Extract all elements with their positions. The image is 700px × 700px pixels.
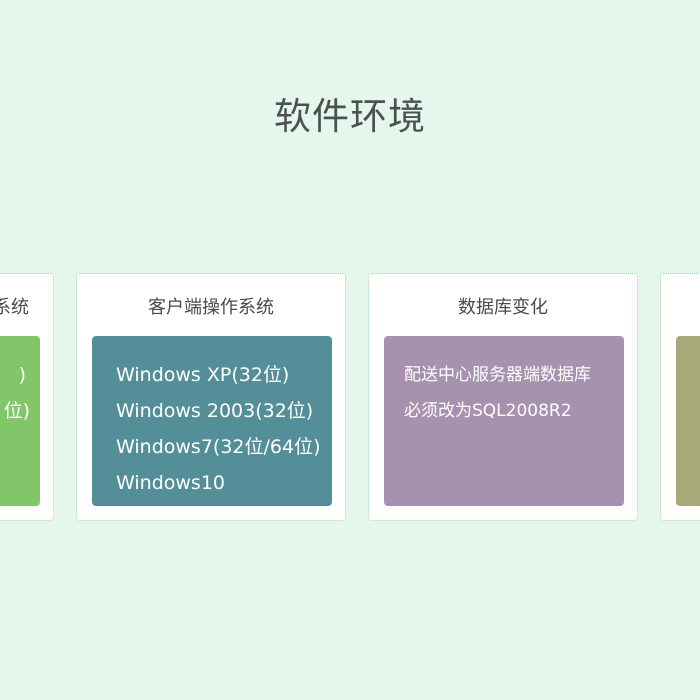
os-item: Windows 2003(32位): [116, 400, 314, 422]
db-note-line: 必须改为SQL2008R2: [404, 401, 572, 421]
card-title: 系统: [0, 297, 29, 318]
db-note-line: 配送中心服务器端数据库: [404, 365, 591, 385]
card-client-os[interactable]: 客户端操作系统 Windows XP(32位) Windows 2003(32位…: [76, 273, 346, 521]
card-panel: [676, 336, 700, 506]
card-panel: ) 位): [0, 336, 40, 506]
card-panel: 配送中心服务器端数据库 必须改为SQL2008R2: [384, 336, 624, 506]
os-item: Windows XP(32位): [116, 364, 290, 386]
card-title: 数据库变化: [458, 297, 548, 318]
os-item: Windows10: [116, 472, 225, 494]
card-partial-right[interactable]: [660, 273, 700, 521]
os-item: Windows7(32位/64位): [116, 436, 321, 458]
card-database-change[interactable]: 数据库变化 配送中心服务器端数据库 必须改为SQL2008R2: [368, 273, 638, 521]
card-title: 客户端操作系统: [148, 297, 274, 318]
card-partial-left[interactable]: 系统 ) 位): [0, 273, 54, 521]
panel-line: 位): [3, 400, 30, 422]
card-carousel[interactable]: 系统 ) 位) 客户端操作系统 Windows XP(32位) Windows …: [0, 0, 700, 700]
card-panel: Windows XP(32位) Windows 2003(32位) Window…: [92, 336, 332, 506]
panel-line: ): [18, 364, 26, 386]
